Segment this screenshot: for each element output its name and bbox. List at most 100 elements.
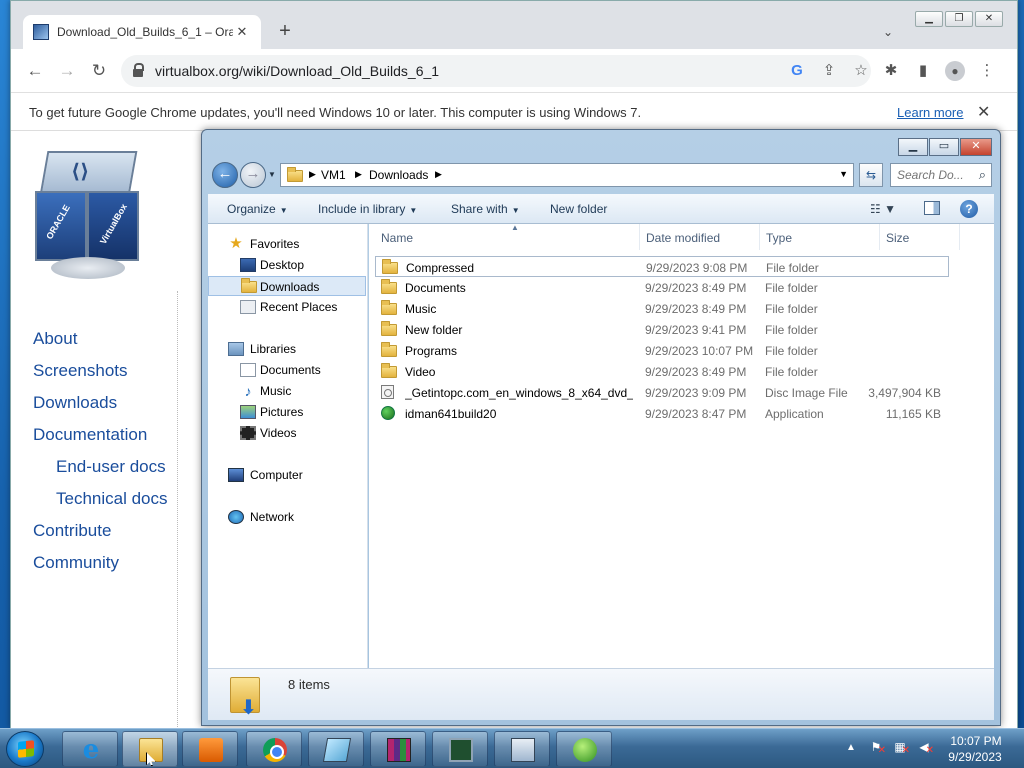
breadcrumb-arrow-icon[interactable]: ▶: [309, 169, 316, 180]
tab-search-chevron-icon[interactable]: ⌄: [883, 25, 893, 39]
item-count: 8 items: [288, 677, 330, 692]
back-arrow-icon[interactable]: ←: [23, 59, 47, 83]
breadcrumb-arrow-icon[interactable]: ▶: [435, 169, 442, 180]
nav-recent-places[interactable]: Recent Places: [208, 297, 366, 317]
nav-pictures[interactable]: Pictures: [208, 402, 366, 422]
search-input[interactable]: [897, 168, 973, 182]
column-header-date-modified[interactable]: Date modified: [640, 224, 760, 250]
file-row[interactable]: Programs 9/29/2023 10:07 PM File folder: [375, 340, 949, 361]
nav-computer[interactable]: Computer: [208, 465, 366, 485]
nav-link-screenshots[interactable]: Screenshots: [33, 361, 128, 381]
nav-documents[interactable]: Documents: [208, 360, 366, 380]
url-text[interactable]: virtualbox.org/wiki/Download_Old_Builds_…: [155, 63, 439, 79]
forward-arrow-icon[interactable]: →: [55, 59, 79, 83]
explorer-forward-icon[interactable]: →: [240, 162, 266, 188]
refresh-icon[interactable]: ⇆: [859, 163, 883, 187]
search-box[interactable]: ⌕: [890, 163, 992, 187]
profile-avatar-icon[interactable]: ●: [945, 61, 965, 81]
organize-button[interactable]: Organize ▼: [227, 202, 288, 216]
file-row[interactable]: Music 9/29/2023 8:49 PM File folder: [375, 298, 949, 319]
volume-muted-icon[interactable]: ◀ ✕: [916, 740, 934, 756]
nav-link-technical-docs[interactable]: Technical docs: [56, 489, 168, 509]
side-panel-icon[interactable]: ▮: [913, 61, 933, 81]
browser-tab[interactable]: Download_Old_Builds_6_1 – Orac ✕: [23, 15, 261, 49]
nav-desktop[interactable]: Desktop: [208, 255, 366, 275]
extensions-puzzle-icon[interactable]: ✱: [881, 61, 901, 81]
column-header-size[interactable]: Size: [880, 224, 960, 250]
taskbar-winrar[interactable]: [370, 731, 426, 767]
tab-close-icon[interactable]: ✕: [233, 24, 251, 40]
nav-music[interactable]: ♪ Music: [208, 381, 366, 401]
explorer-address-bar[interactable]: ▶ VM1 ▶ Downloads ▶ ▼: [280, 163, 854, 187]
start-button[interactable]: [6, 731, 44, 767]
nav-link-end-user-docs[interactable]: End-user docs: [56, 457, 166, 477]
clock-date[interactable]: 9/29/2023: [942, 750, 1008, 764]
share-icon[interactable]: ⇪: [819, 61, 839, 81]
breadcrumb-downloads[interactable]: Downloads: [369, 168, 428, 182]
nav-link-contribute[interactable]: Contribute: [33, 521, 111, 541]
action-center-flag-icon[interactable]: ⚑ ✕: [868, 740, 886, 756]
file-row[interactable]: Compressed 9/29/2023 9:08 PM File folder: [375, 256, 949, 277]
help-icon[interactable]: ?: [960, 200, 978, 218]
include-in-library-button[interactable]: Include in library ▼: [318, 202, 417, 216]
taskbar-notepad[interactable]: [308, 731, 364, 767]
address-history-dropdown-icon[interactable]: ▼: [839, 169, 848, 179]
network-status-icon[interactable]: ▦ ✕: [892, 740, 910, 756]
virtualbox-logo[interactable]: ⟨⟩ ORACLE VirtualBox: [29, 145, 147, 285]
google-translate-icon[interactable]: G: [787, 61, 807, 81]
reload-icon[interactable]: ↻: [87, 59, 111, 83]
restore-button[interactable]: ❐: [945, 11, 973, 27]
explorer-minimize-button[interactable]: ▁: [898, 138, 928, 156]
file-row[interactable]: idman641build20 9/29/2023 8:47 PM Applic…: [375, 403, 949, 424]
taskbar-on-screen-keyboard[interactable]: [494, 731, 550, 767]
new-folder-button[interactable]: New folder: [550, 202, 607, 216]
minimize-button[interactable]: ▁: [915, 11, 943, 27]
recent-pages-dropdown-icon[interactable]: ▼: [268, 170, 276, 179]
column-header-type[interactable]: Type: [760, 224, 880, 250]
chrome-menu-icon[interactable]: ⋮: [977, 61, 997, 81]
file-row[interactable]: _Getintopc.com_en_windows_8_x64_dvd_... …: [375, 382, 949, 403]
nav-network[interactable]: Network: [208, 507, 366, 527]
search-icon[interactable]: ⌕: [979, 167, 986, 183]
close-window-button[interactable]: ✕: [975, 11, 1003, 27]
taskbar-chrome[interactable]: [246, 731, 302, 767]
file-row[interactable]: Video 9/29/2023 8:49 PM File folder: [375, 361, 949, 382]
taskbar-media-player[interactable]: [182, 731, 238, 767]
nav-libraries[interactable]: Libraries: [208, 339, 366, 359]
logo-base: [51, 257, 125, 279]
preview-pane-icon[interactable]: [924, 201, 940, 215]
change-view-icon[interactable]: ☷ ▼: [870, 202, 896, 216]
file-name: Programs: [405, 344, 458, 358]
application-icon: [381, 406, 395, 420]
bookmark-star-icon[interactable]: ☆: [851, 61, 871, 81]
lock-icon[interactable]: [133, 63, 144, 77]
explorer-maximize-button[interactable]: ▭: [929, 138, 959, 156]
breadcrumb-arrow-icon[interactable]: ▶: [355, 169, 362, 180]
explorer-back-icon[interactable]: ←: [212, 162, 238, 188]
learn-more-link[interactable]: Learn more: [897, 105, 963, 120]
infobar-close-icon[interactable]: ✕: [977, 102, 990, 122]
new-tab-button[interactable]: +: [273, 21, 297, 41]
nav-videos[interactable]: Videos: [208, 423, 366, 443]
nav-downloads[interactable]: Downloads: [208, 276, 366, 296]
file-date: 9/29/2023 9:09 PM: [645, 386, 747, 400]
share-with-button[interactable]: Share with ▼: [451, 202, 520, 216]
file-row[interactable]: Documents 9/29/2023 8:49 PM File folder: [375, 277, 949, 298]
clock-time[interactable]: 10:07 PM: [948, 734, 1004, 748]
taskbar-download-manager[interactable]: [556, 731, 612, 767]
taskbar-task-manager[interactable]: [432, 731, 488, 767]
column-header-name[interactable]: Name ▲: [375, 223, 640, 250]
address-bar[interactable]: virtualbox.org/wiki/Download_Old_Builds_…: [121, 55, 871, 87]
file-date: 9/29/2023 8:49 PM: [645, 365, 747, 379]
nav-link-documentation[interactable]: Documentation: [33, 425, 147, 445]
explorer-close-button[interactable]: ✕: [960, 138, 992, 156]
show-hidden-icons-icon[interactable]: ▲: [846, 742, 856, 753]
file-row[interactable]: New folder 9/29/2023 9:41 PM File folder: [375, 319, 949, 340]
nav-favorites[interactable]: ★ Favorites: [208, 234, 366, 254]
nav-link-community[interactable]: Community: [33, 553, 119, 573]
breadcrumb-vm1[interactable]: VM1: [321, 168, 346, 182]
nav-link-downloads[interactable]: Downloads: [33, 393, 117, 413]
taskbar-internet-explorer[interactable]: e: [62, 731, 118, 767]
nav-link-about[interactable]: About: [33, 329, 77, 349]
libraries-icon: [228, 342, 244, 356]
